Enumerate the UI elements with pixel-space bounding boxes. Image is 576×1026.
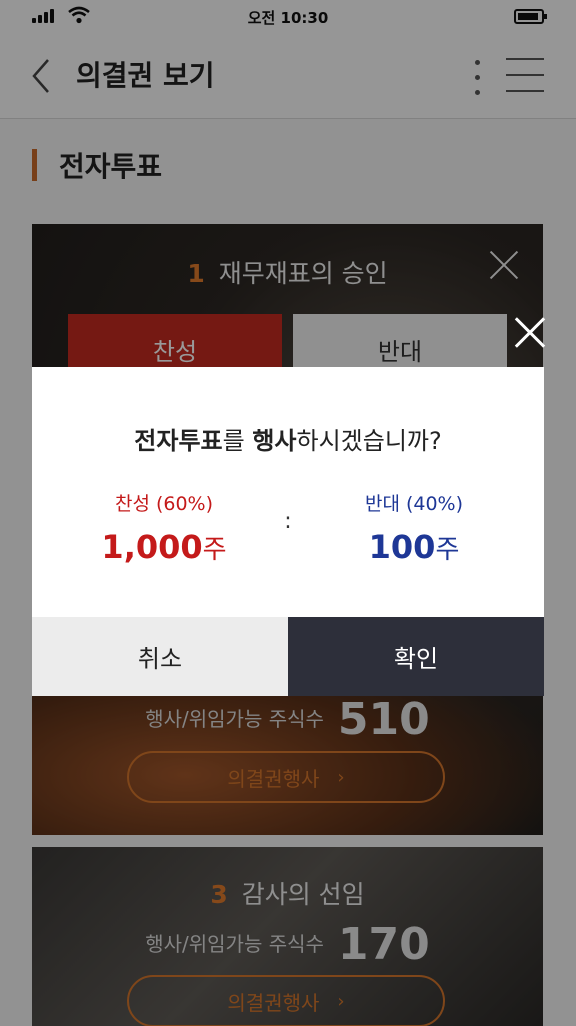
- oppose-shares-value: 100: [368, 528, 436, 566]
- confirm-button[interactable]: 확인: [288, 617, 544, 696]
- cancel-button[interactable]: 취소: [32, 617, 288, 696]
- agree-summary: 찬성 (60%) 1,000주: [54, 489, 274, 566]
- oppose-ratio-label: 반대 (40%): [364, 493, 464, 515]
- agree-ratio-label: 찬성 (60%): [114, 493, 214, 515]
- oppose-shares: 100주: [304, 528, 524, 566]
- shares-unit: 주: [202, 535, 227, 565]
- separator: :: [284, 509, 292, 534]
- question-part-end: 하시겠습니까?: [296, 427, 442, 455]
- question-part-particle: 를: [222, 427, 253, 455]
- oppose-summary: 반대 (40%) 100주: [304, 489, 524, 566]
- dialog-question: 전자투표를 행사하시겠습니까?: [32, 421, 544, 456]
- agree-shares: 1,000주: [54, 528, 274, 566]
- shares-unit: 주: [435, 535, 460, 565]
- question-part-evote: 전자투표: [134, 427, 223, 455]
- modal-close-icon[interactable]: [514, 316, 546, 348]
- question-part-exercise: 행사: [252, 427, 297, 455]
- agree-shares-value: 1,000: [101, 528, 203, 566]
- confirm-vote-dialog: 전자투표를 행사하시겠습니까? 찬성 (60%) 1,000주 : 반대 (40…: [32, 367, 544, 696]
